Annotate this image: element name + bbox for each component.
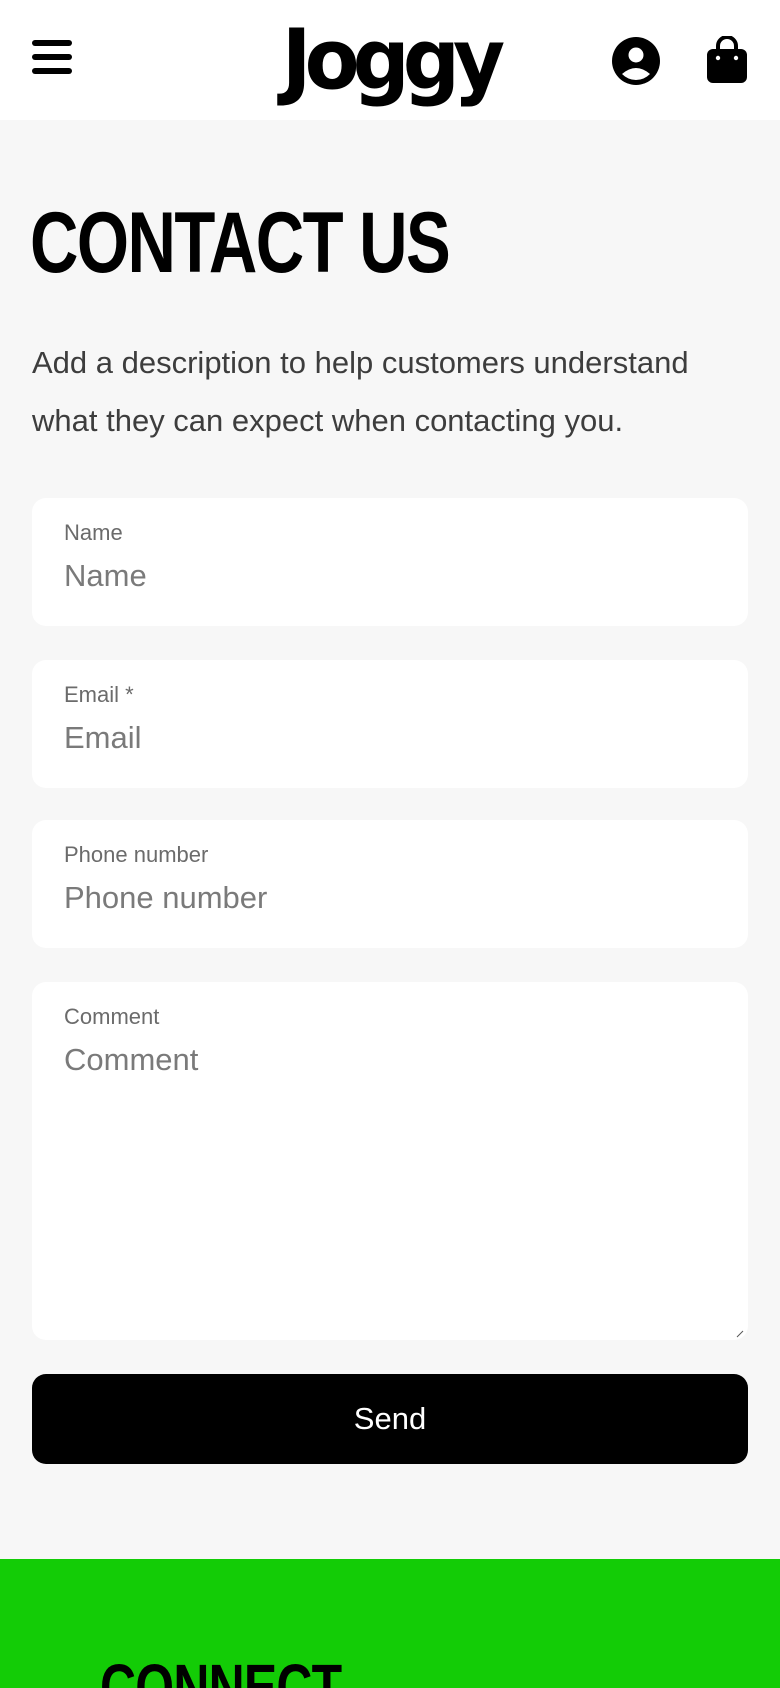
- email-input[interactable]: [64, 718, 716, 758]
- user-account-icon[interactable]: [611, 36, 661, 86]
- logo: Joggy: [281, 10, 505, 109]
- hamburger-menu-icon[interactable]: [32, 40, 72, 76]
- site-footer: CONNECT: [0, 1559, 780, 1688]
- footer-heading: CONNECT: [100, 1651, 342, 1688]
- phone-field-label: Phone number: [64, 842, 209, 867]
- site-header: Joggy: [0, 0, 780, 120]
- email-field-label: Email *: [64, 682, 134, 707]
- page-description: Add a description to help customers unde…: [32, 345, 689, 438]
- logo-link[interactable]: Joggy: [270, 10, 510, 110]
- comment-field[interactable]: Comment: [32, 982, 748, 1340]
- resize-handle-icon[interactable]: [736, 1330, 744, 1338]
- send-button[interactable]: Send: [32, 1374, 748, 1464]
- name-field[interactable]: Name: [32, 498, 748, 626]
- menu-bar: [32, 40, 72, 46]
- page-title: CONTACT US: [30, 195, 451, 291]
- name-input[interactable]: [64, 556, 716, 596]
- user-icon-svg: [612, 37, 660, 85]
- comment-field-label: Comment: [64, 1004, 160, 1029]
- name-field-label: Name: [64, 520, 123, 545]
- phone-field[interactable]: Phone number: [32, 820, 748, 948]
- comment-textarea[interactable]: [64, 1040, 716, 1300]
- phone-input[interactable]: [64, 878, 716, 918]
- bag-icon-svg: [707, 35, 747, 83]
- email-field[interactable]: Email *: [32, 660, 748, 788]
- shopping-bag-icon[interactable]: [706, 35, 748, 84]
- menu-bar: [32, 54, 72, 60]
- menu-bar: [32, 68, 72, 74]
